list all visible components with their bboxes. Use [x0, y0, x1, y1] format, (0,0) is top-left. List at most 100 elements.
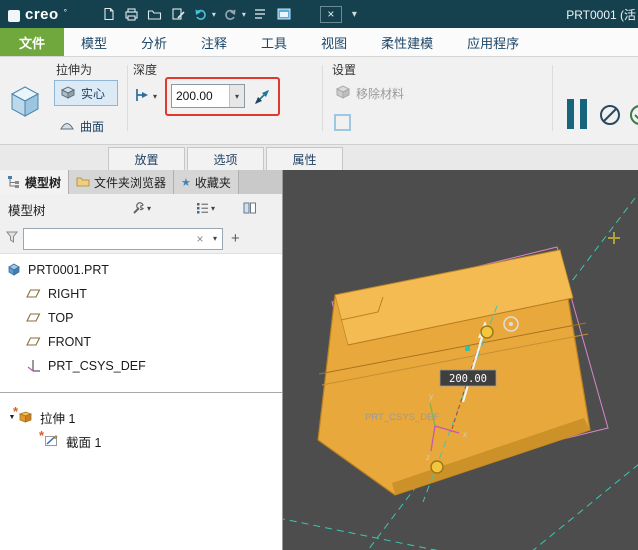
depth-type-button[interactable]: ▾: [131, 83, 167, 109]
remove-material-icon: [335, 84, 351, 102]
tree-columns-button[interactable]: [243, 202, 257, 214]
clear-search-icon[interactable]: ×: [192, 232, 208, 246]
tree-row-right-plane[interactable]: RIGHT: [0, 282, 282, 306]
tab-options[interactable]: 选项: [187, 147, 264, 170]
thicken-sketch-icon[interactable]: [334, 114, 351, 131]
edit-doc-icon[interactable]: [170, 6, 186, 22]
document-title: PRT0001 (活: [566, 8, 636, 22]
part-icon: [6, 262, 22, 278]
undo-icon[interactable]: [193, 6, 209, 22]
tree-label-extrude: 拉伸 1: [40, 411, 76, 426]
regenerate-list-icon[interactable]: [253, 6, 269, 22]
no-preview-button[interactable]: [598, 103, 622, 130]
redo-dropdown-icon[interactable]: ▾: [242, 10, 246, 19]
datum-plane-icon: [26, 334, 42, 350]
redo-icon[interactable]: [223, 6, 239, 22]
extrude-icon: *: [13, 404, 34, 425]
centerline-bottom-left: [277, 517, 438, 550]
depth-value-dropdown-icon[interactable]: ▾: [229, 85, 244, 107]
print-icon[interactable]: [124, 6, 140, 22]
surface-label: 曲面: [80, 119, 105, 134]
datum-plane-icon: [26, 286, 42, 302]
tab-view[interactable]: 视图: [304, 28, 364, 56]
search-dropdown-icon[interactable]: ▾: [208, 234, 222, 243]
tab-flexible-modeling[interactable]: 柔性建模: [364, 28, 450, 56]
tab-properties[interactable]: 属性: [266, 147, 343, 170]
pause-button[interactable]: [567, 99, 595, 129]
tree-filters-button[interactable]: ▾: [196, 202, 215, 214]
depth-value-input[interactable]: [172, 85, 229, 107]
tree-row-front-plane[interactable]: FRONT: [0, 330, 282, 354]
creo-window: creo ° ▾ ▾ × ▾ PRT0001 (活 文件 模型 分析 注释 工具…: [0, 0, 638, 550]
open-folder-icon[interactable]: [147, 6, 163, 22]
creo-logo-mark: °: [63, 7, 67, 17]
tree-row-top-plane[interactable]: TOP: [0, 306, 282, 330]
tab-model-tree[interactable]: 模型树: [0, 170, 70, 194]
tree-tools-dropdown-icon: ▾: [147, 204, 152, 213]
tab-model[interactable]: 模型: [64, 28, 124, 56]
tree-label-part: PRT0001.PRT: [28, 263, 109, 277]
new-file-icon[interactable]: [101, 6, 117, 22]
tab-folder-browser[interactable]: 文件夹浏览器: [69, 170, 175, 194]
surface-button[interactable]: 曲面: [54, 113, 118, 139]
folder-icon: [76, 175, 90, 190]
ok-button[interactable]: [628, 103, 638, 130]
tree-row-part[interactable]: PRT0001.PRT: [0, 258, 282, 282]
tree-search-box: × ▾: [23, 227, 223, 250]
tab-applications[interactable]: 应用程序: [450, 28, 536, 56]
depth-drag-handle[interactable]: [480, 325, 494, 339]
tree-label-top: TOP: [48, 311, 74, 325]
solid-label: 实心: [81, 86, 106, 101]
tree-row-section[interactable]: * 截面 1: [0, 428, 282, 453]
surface-icon: [59, 118, 75, 135]
sketch-icon: *: [39, 428, 60, 449]
svg-text:x: x: [463, 430, 467, 439]
tree-tools-button[interactable]: ▾: [132, 202, 151, 215]
depth-drag-handle-2[interactable]: [430, 460, 444, 474]
new-feature-marker: *: [13, 404, 19, 419]
titlebar-chevron-down-icon[interactable]: ▾: [352, 9, 357, 20]
remove-material-button[interactable]: 移除材料: [330, 80, 409, 106]
navigator-tabs: 模型树 文件夹浏览器 ★ 收藏夹: [0, 170, 282, 194]
favorites-icon: ★: [181, 176, 191, 189]
csys-label[interactable]: PRT_CSYS_DEF: [365, 412, 439, 423]
add-filter-icon[interactable]: +: [231, 230, 240, 247]
tab-annotate[interactable]: 注释: [184, 28, 244, 56]
tree-search-input[interactable]: [24, 231, 192, 246]
depth-dimension-label[interactable]: 200.00: [439, 369, 497, 387]
depth-type-dropdown-icon: ▾: [153, 91, 158, 101]
solid-button[interactable]: 实心: [54, 80, 118, 106]
model-tree-header: 模型树 ▾ ▾: [0, 194, 282, 224]
creo-logo: creo °: [8, 6, 67, 23]
depth-value-field-wrap: ▾: [171, 84, 245, 108]
tree-row-csys[interactable]: PRT_CSYS_DEF: [0, 354, 282, 378]
tree-label-front: FRONT: [48, 335, 92, 349]
flip-direction-button[interactable]: [250, 85, 274, 108]
tab-analysis[interactable]: 分析: [124, 28, 184, 56]
tree-insert-locator[interactable]: [0, 392, 282, 393]
favorites-tab-label: 收藏夹: [194, 175, 231, 190]
title-bar: creo ° ▾ ▾ × ▾ PRT0001 (活: [0, 0, 638, 28]
folder-browser-tab-label: 文件夹浏览器: [94, 175, 167, 190]
depth-label: 深度: [133, 63, 158, 77]
model-tree-title: 模型树: [8, 203, 46, 218]
window-icon[interactable]: [276, 6, 292, 22]
handle-origin-dot: [465, 346, 470, 351]
tree-label-right: RIGHT: [48, 287, 87, 301]
graphics-area[interactable]: 200.00 PRT_CSYS_DEF y x z: [277, 170, 638, 550]
tab-favorites[interactable]: ★ 收藏夹: [174, 170, 239, 194]
depth-blind-icon: [133, 87, 151, 106]
tab-placement[interactable]: 放置: [108, 147, 185, 170]
tree-filters-dropdown-icon: ▾: [211, 203, 216, 213]
tab-tools[interactable]: 工具: [244, 28, 304, 56]
tree-row-extrude[interactable]: ▼ * 拉伸 1: [0, 404, 282, 429]
svg-text:y: y: [429, 392, 433, 401]
navigator-panel: 模型树 文件夹浏览器 ★ 收藏夹 模型树 ▾ ▾ × ▾ + PRT0001.P…: [0, 170, 283, 550]
remove-material-label: 移除材料: [356, 86, 405, 101]
svg-text:200.00: 200.00: [449, 373, 487, 385]
model-tree-icon: [7, 174, 21, 191]
close-window-icon[interactable]: ×: [319, 5, 342, 23]
tab-file[interactable]: 文件: [0, 28, 64, 56]
reference-plus-icon: [608, 232, 620, 244]
undo-dropdown-icon[interactable]: ▾: [212, 10, 216, 19]
